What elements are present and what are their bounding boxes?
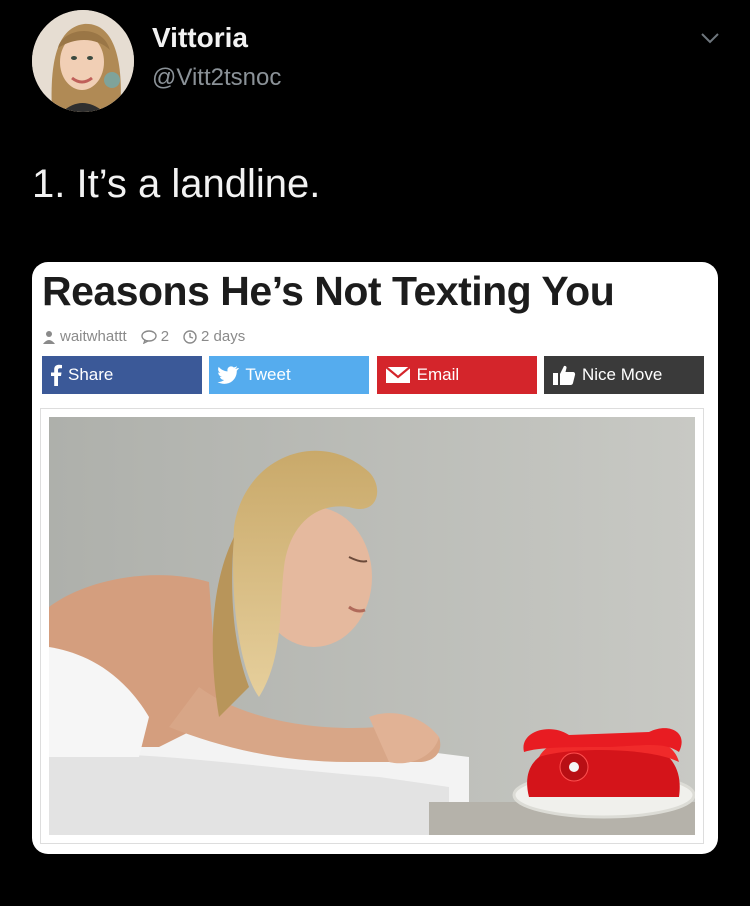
tweet-label: Tweet: [245, 365, 291, 384]
facebook-share-button[interactable]: Share: [42, 356, 202, 394]
author: waitwhattt: [42, 328, 127, 345]
post-age-text: 2 days: [201, 328, 246, 345]
article-photo: [49, 417, 695, 835]
nice-move-button[interactable]: Nice Move: [543, 356, 704, 394]
avatar[interactable]: [32, 10, 134, 112]
comments: 2: [141, 328, 169, 345]
thumbs-up-icon: [552, 364, 576, 386]
envelope-icon: [384, 366, 411, 384]
email-button[interactable]: Email: [376, 356, 537, 394]
share-label: Share: [68, 365, 114, 384]
article-card[interactable]: Reasons He’s Not Texting You waitwhattt …: [32, 262, 718, 854]
author-name: waitwhattt: [60, 328, 127, 345]
tweet-button[interactable]: Tweet: [209, 356, 370, 394]
facebook-icon: [50, 364, 62, 386]
user-handle[interactable]: @Vitt2tsnoc: [152, 64, 281, 92]
comment-icon: [141, 329, 157, 344]
share-buttons: Share Tweet Email Nice Move: [42, 356, 704, 394]
user-icon: [43, 330, 55, 344]
tweet-text: 1. It’s a landline.: [32, 162, 321, 206]
email-label: Email: [416, 365, 460, 384]
twitter-bird-icon: [217, 366, 240, 384]
chevron-down-icon[interactable]: [698, 26, 722, 50]
article-image-frame: [40, 408, 704, 844]
article-meta: waitwhattt 2 2 days: [42, 328, 259, 345]
comment-count: 2: [160, 328, 170, 345]
article-headline: Reasons He’s Not Texting You: [42, 268, 615, 314]
clock-icon: [183, 329, 197, 344]
display-name[interactable]: Vittoria: [152, 22, 248, 54]
nice-move-label: Nice Move: [581, 365, 663, 384]
post-age: 2 days: [183, 328, 245, 345]
